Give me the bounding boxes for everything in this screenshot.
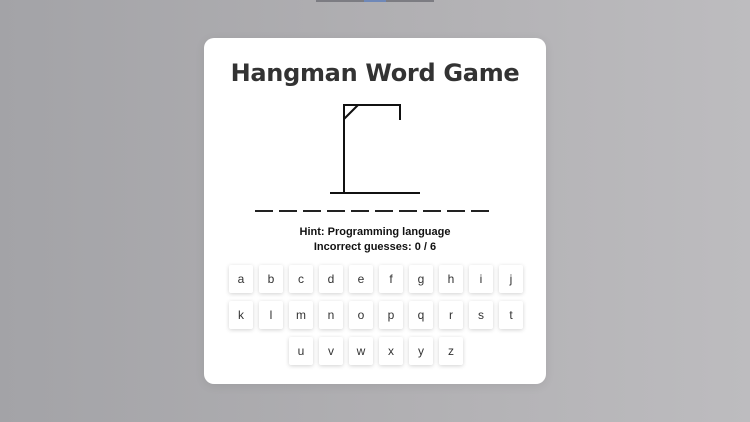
letter-key-v[interactable]: v (319, 337, 343, 365)
letter-key-l[interactable]: l (259, 301, 283, 329)
letter-key-d[interactable]: d (319, 265, 343, 293)
letter-blank (327, 210, 345, 212)
letter-key-j[interactable]: j (499, 265, 523, 293)
hangman-gallows-drawing (330, 104, 420, 194)
letter-blank (447, 210, 465, 212)
letter-key-e[interactable]: e (349, 265, 373, 293)
letter-key-k[interactable]: k (229, 301, 253, 329)
letter-key-i[interactable]: i (469, 265, 493, 293)
letter-key-b[interactable]: b (259, 265, 283, 293)
hint-text: Hint: Programming language (299, 226, 451, 238)
letter-key-g[interactable]: g (409, 265, 433, 293)
gallows-brace (343, 104, 359, 120)
game-card: Hangman Word Game Hint: Programming lang… (204, 38, 546, 384)
letter-key-c[interactable]: c (289, 265, 313, 293)
game-status: Hint: Programming language Incorrect gue… (204, 225, 546, 255)
top-scroll-indicator-active (364, 0, 386, 2)
letter-key-o[interactable]: o (349, 301, 373, 329)
game-title: Hangman Word Game (230, 59, 520, 87)
incorrect-guesses-counter: Incorrect guesses: 0 / 6 (313, 241, 437, 253)
letter-blank (399, 210, 417, 212)
letter-key-s[interactable]: s (469, 301, 493, 329)
letter-key-z[interactable]: z (439, 337, 463, 365)
letter-key-p[interactable]: p (379, 301, 403, 329)
word-display (255, 201, 489, 212)
letter-blank (375, 210, 393, 212)
letter-keyboard: abcdefghij klmnopqrst uvwxyz (225, 265, 527, 365)
letter-blank (255, 210, 273, 212)
letter-key-n[interactable]: n (319, 301, 343, 329)
letter-key-a[interactable]: a (229, 265, 253, 293)
letter-key-h[interactable]: h (439, 265, 463, 293)
letter-blank (423, 210, 441, 212)
letter-key-m[interactable]: m (289, 301, 313, 329)
letter-blank (351, 210, 369, 212)
letter-key-x[interactable]: x (379, 337, 403, 365)
letter-blank (303, 210, 321, 212)
letter-key-u[interactable]: u (289, 337, 313, 365)
letter-key-q[interactable]: q (409, 301, 433, 329)
letter-blank (279, 210, 297, 212)
letter-blank (471, 210, 489, 212)
letter-key-y[interactable]: y (409, 337, 433, 365)
letter-key-f[interactable]: f (379, 265, 403, 293)
letter-key-w[interactable]: w (349, 337, 373, 365)
letter-key-r[interactable]: r (439, 301, 463, 329)
letter-key-t[interactable]: t (499, 301, 523, 329)
top-scroll-indicator (316, 0, 434, 2)
